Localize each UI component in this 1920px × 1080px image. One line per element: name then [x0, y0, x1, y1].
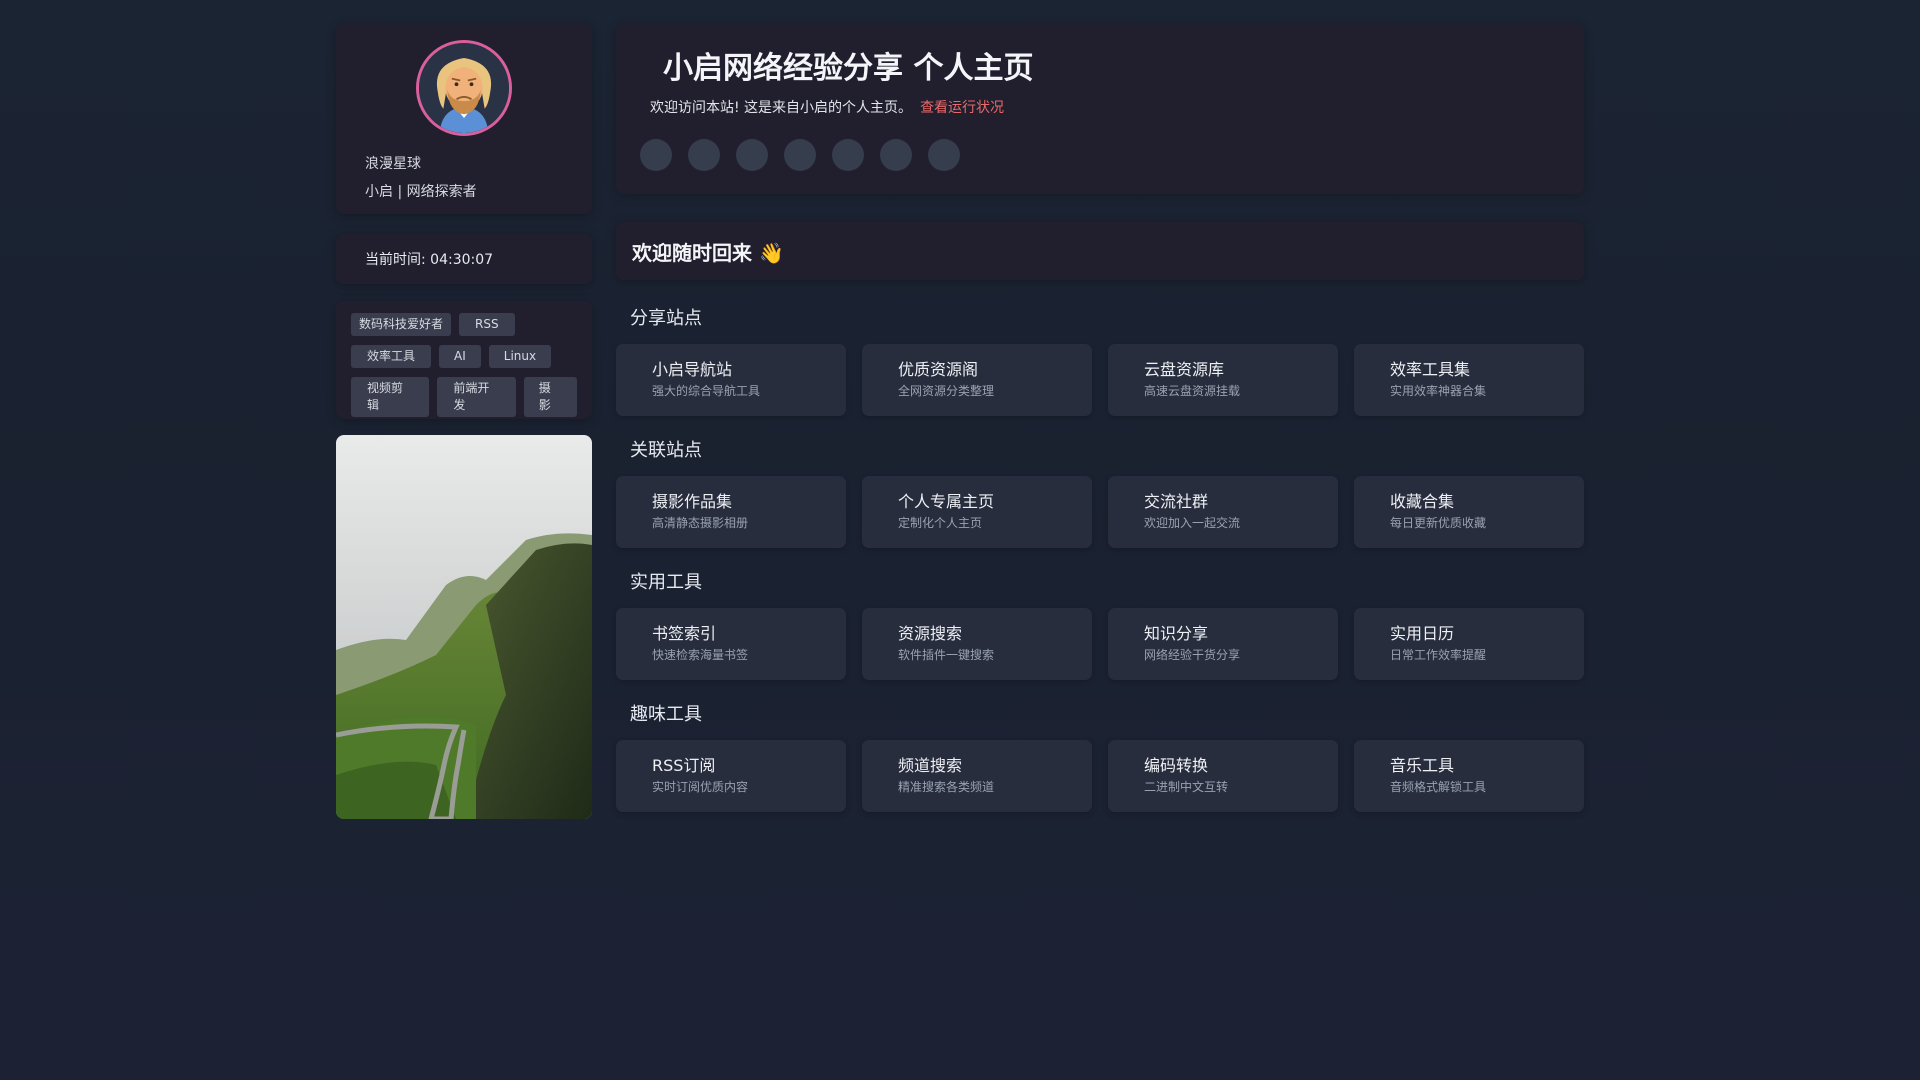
site-card[interactable]: 频道搜索精准搜索各类频道: [862, 740, 1092, 812]
site-card[interactable]: 编码转换二进制中文互转: [1108, 740, 1338, 812]
site-card-name: 音乐工具: [1390, 756, 1455, 775]
tag-row: 效率工具 AI Linux: [351, 345, 577, 368]
welcome-banner: 欢迎随时回来 👋: [616, 222, 1584, 280]
tag[interactable]: AI: [439, 345, 481, 368]
site-card-desc: 高速云盘资源挂载: [1144, 384, 1241, 398]
tag[interactable]: 前端开发: [437, 377, 516, 417]
social-link-icon[interactable]: [688, 139, 720, 171]
tag-row: 数码科技爱好者 RSS: [351, 313, 577, 336]
site-card-desc: 实时订阅优质内容: [652, 780, 749, 794]
tag[interactable]: 视频剪辑: [351, 377, 430, 417]
tag[interactable]: 效率工具: [351, 345, 432, 368]
profile-card: 浪漫星球 小启 | 网络探索者: [336, 24, 592, 214]
site-card-desc: 快速检索海量书签: [652, 648, 749, 662]
social-link-icon[interactable]: [832, 139, 864, 171]
site-card-name: 云盘资源库: [1144, 360, 1225, 379]
site-card[interactable]: 效率工具集实用效率神器合集: [1354, 344, 1584, 416]
site-card[interactable]: 收藏合集每日更新优质收藏: [1354, 476, 1584, 548]
social-link-icon[interactable]: [736, 139, 768, 171]
site-card-desc: 欢迎加入一起交流: [1144, 516, 1241, 530]
site-card-desc: 实用效率神器合集: [1390, 384, 1487, 398]
avatar[interactable]: [416, 40, 512, 136]
site-card[interactable]: 优质资源阁全网资源分类整理: [862, 344, 1092, 416]
site-card-name: 个人专属主页: [898, 492, 995, 511]
section-title: 分享站点: [630, 308, 702, 329]
site-card-desc: 音频格式解锁工具: [1390, 780, 1487, 794]
site-card-name: 编码转换: [1144, 756, 1209, 775]
site-card[interactable]: 知识分享网络经验干货分享: [1108, 608, 1338, 680]
left-column: 浪漫星球 小启 | 网络探索者 当前时间: 04:30:07 数码科技爱好者 R…: [336, 24, 592, 819]
site-card-name: 知识分享: [1144, 624, 1209, 643]
profile-bio: 小启 | 网络探索者: [365, 184, 477, 200]
site-card-desc: 强大的综合导航工具: [652, 384, 761, 398]
site-card-name: 资源搜索: [898, 624, 963, 643]
landscape-image-icon: [336, 435, 592, 819]
site-card[interactable]: 书签索引快速检索海量书签: [616, 608, 846, 680]
site-card[interactable]: 资源搜索软件插件一键搜索: [862, 608, 1092, 680]
site-card-desc: 精准搜索各类频道: [898, 780, 995, 794]
profile-name: 浪漫星球: [365, 156, 421, 172]
site-card[interactable]: RSS订阅实时订阅优质内容: [616, 740, 846, 812]
site-card-name: 交流社群: [1144, 492, 1209, 511]
site-card[interactable]: 交流社群欢迎加入一起交流: [1108, 476, 1338, 548]
site-card[interactable]: 云盘资源库高速云盘资源挂载: [1108, 344, 1338, 416]
landscape-photo: [336, 435, 592, 819]
site-card-name: 优质资源阁: [898, 360, 979, 379]
tag[interactable]: 摄影: [523, 377, 577, 417]
section-title: 趣味工具: [630, 704, 702, 725]
social-link-icon[interactable]: [640, 139, 672, 171]
hero-subtitle-text: 欢迎访问本站! 这是来自小启的个人主页。: [650, 100, 913, 116]
site-card-desc: 每日更新优质收藏: [1390, 516, 1487, 530]
homepage: 浪漫星球 小启 | 网络探索者 当前时间: 04:30:07 数码科技爱好者 R…: [0, 0, 1920, 1080]
current-time: 当前时间: 04:30:07: [365, 252, 494, 268]
hero-card: 小启网络经验分享 个人主页 欢迎访问本站! 这是来自小启的个人主页。 查看运行状况: [616, 24, 1584, 194]
site-card[interactable]: 摄影作品集高清静态摄影相册: [616, 476, 846, 548]
section-grid: 小启导航站 强大的综合导航工具 优质资源阁 全网资源分类整理 云盘资源库 高速云盘资源挂载…: [616, 344, 1584, 416]
site-card[interactable]: 个人专属主页定制化个人主页: [862, 476, 1092, 548]
site-card[interactable]: 实用日历日常工作效率提醒: [1354, 608, 1584, 680]
section-grid: 摄影作品集 高清静态摄影相册 个人专属主页 定制化个人主页 交流社群 欢迎加入一起交流 收藏…: [616, 476, 1584, 548]
site-card[interactable]: 音乐工具音频格式解锁工具: [1354, 740, 1584, 812]
site-card-desc: 全网资源分类整理: [898, 384, 995, 398]
hero-subtitle: 欢迎访问本站! 这是来自小启的个人主页。 查看运行状况: [650, 97, 1004, 117]
tag[interactable]: RSS: [459, 313, 515, 336]
clock-card: 当前时间: 04:30:07: [336, 234, 592, 284]
tag-row: 视频剪辑 前端开发 摄影: [351, 377, 577, 417]
site-card-desc: 软件插件一键搜索: [898, 648, 995, 662]
site-card-desc: 二进制中文互转: [1144, 780, 1229, 794]
site-card-name: 频道搜索: [898, 756, 963, 775]
site-card-name: 收藏合集: [1390, 492, 1455, 511]
site-card-name: RSS订阅: [652, 756, 716, 775]
section-title: 实用工具: [630, 572, 702, 593]
tags-card: 数码科技爱好者 RSS 效率工具 AI Linux 视频剪辑 前端开发 摄影: [336, 301, 592, 419]
social-link-icon[interactable]: [880, 139, 912, 171]
main-column: 小启网络经验分享 个人主页 欢迎访问本站! 这是来自小启的个人主页。 查看运行状况…: [616, 24, 1584, 812]
social-links: [640, 139, 960, 171]
site-card-name: 小启导航站: [652, 360, 733, 379]
social-link-icon[interactable]: [928, 139, 960, 171]
site-card-desc: 定制化个人主页: [898, 516, 983, 530]
site-card-desc: 网络经验干货分享: [1144, 648, 1241, 662]
section-grid: 书签索引 快速检索海量书签 资源搜索 软件插件一键搜索 知识分享 网络经验干货分享 实用日历…: [616, 608, 1584, 680]
site-card-name: 效率工具集: [1390, 360, 1471, 379]
site-card-name: 书签索引: [652, 624, 717, 643]
section-grid: RSS订阅 实时订阅优质内容 频道搜索 精准搜索各类频道 编码转换 二进制中文互转 音乐工具…: [616, 740, 1584, 812]
status-link[interactable]: 查看运行状况: [920, 100, 1004, 116]
site-card[interactable]: 小启导航站强大的综合导航工具: [616, 344, 846, 416]
welcome-text: 欢迎随时回来 👋: [632, 240, 784, 265]
site-sections: 分享站点 小启导航站 强大的综合导航工具 优质资源阁 全网资源分类整理 云盘资源库 高速云盘…: [616, 304, 1584, 812]
tag[interactable]: 数码科技爱好者: [351, 313, 452, 336]
section-title: 关联站点: [630, 440, 702, 461]
site-card-desc: 日常工作效率提醒: [1390, 648, 1487, 662]
site-card-desc: 高清静态摄影相册: [652, 516, 749, 530]
page-title: 小启网络经验分享 个人主页: [663, 51, 1034, 86]
site-card-name: 实用日历: [1390, 624, 1455, 643]
tag[interactable]: Linux: [488, 345, 552, 368]
avatar-illustration-icon: [419, 43, 509, 133]
social-link-icon[interactable]: [784, 139, 816, 171]
site-card-name: 摄影作品集: [652, 492, 733, 511]
